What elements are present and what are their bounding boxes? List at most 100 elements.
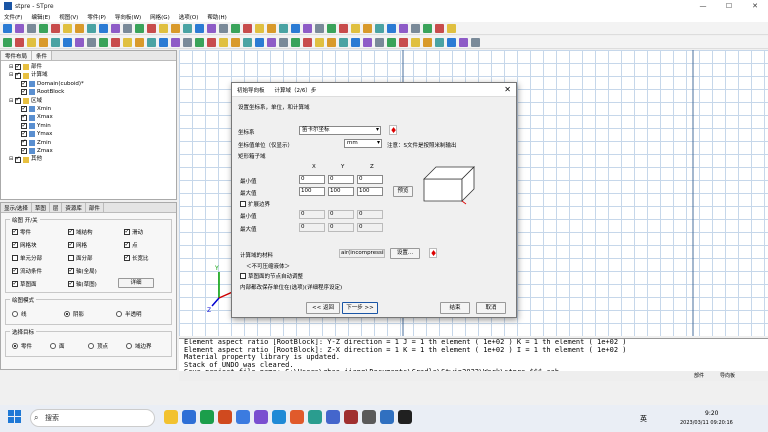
tree-checkbox[interactable]: [15, 63, 21, 71]
tree-item[interactable]: ⊟ 其他: [3, 155, 174, 163]
toolbar-tool-icon[interactable]: [243, 37, 252, 47]
toolbar-tool-icon[interactable]: [435, 37, 444, 47]
toolbar-tool-icon[interactable]: [135, 23, 144, 33]
refine-toggle[interactable]: 草图面的节点自动调整: [240, 272, 303, 280]
expand-icon[interactable]: ⊟: [9, 63, 14, 71]
menu-view[interactable]: 视图(V): [59, 13, 78, 21]
draw-switch[interactable]: 滑动: [124, 228, 143, 236]
taskbar-app-icon[interactable]: [326, 410, 340, 424]
radio-button[interactable]: [12, 343, 18, 349]
toolbar-tool-icon[interactable]: [183, 37, 192, 47]
draw-switch[interactable]: 草图面: [12, 280, 37, 288]
toolbar-tool-icon[interactable]: [15, 37, 24, 47]
toolbar-tool-icon[interactable]: [339, 23, 348, 33]
tree-item[interactable]: Zmax: [3, 147, 174, 155]
max-z-input[interactable]: 100: [357, 187, 383, 196]
taskbar-app-icon[interactable]: [290, 410, 304, 424]
toolbar-tool-icon[interactable]: [39, 23, 48, 33]
tab-sketch[interactable]: 草图: [32, 203, 50, 212]
expand-icon[interactable]: ⊟: [9, 71, 14, 79]
toolbar-tool-icon[interactable]: [159, 23, 168, 33]
radio-button[interactable]: [50, 343, 56, 349]
toolbar-tool-icon[interactable]: [291, 23, 300, 33]
draw-switch[interactable]: 网格: [68, 241, 87, 249]
ext-max-y-input[interactable]: 0: [328, 223, 354, 232]
taskbar-app-icon[interactable]: [200, 410, 214, 424]
tree-checkbox[interactable]: [21, 80, 27, 88]
switch-checkbox[interactable]: [12, 267, 18, 274]
switch-checkbox[interactable]: [68, 255, 74, 261]
tab-part-layout[interactable]: 零件布局: [1, 51, 33, 60]
toolbar-tool-icon[interactable]: [111, 37, 120, 47]
menu-part[interactable]: 零件(P): [87, 13, 106, 21]
toolbar-tool-icon[interactable]: [75, 23, 84, 33]
toolbar-tool-icon[interactable]: [63, 37, 72, 47]
taskbar-app-icon[interactable]: [398, 410, 412, 424]
taskbar-search[interactable]: ⌕ 搜索: [30, 409, 155, 427]
material-settings-button[interactable]: 设置...: [390, 248, 420, 259]
tree-item[interactable]: RootBlock: [3, 88, 174, 96]
tree-item[interactable]: ⊟ 区域: [3, 96, 174, 105]
tree-checkbox[interactable]: [21, 113, 27, 122]
toolbar-tool-icon[interactable]: [135, 37, 144, 47]
taskbar-app-icon[interactable]: [254, 410, 268, 424]
toolbar-tool-icon[interactable]: [435, 23, 444, 33]
switch-checkbox[interactable]: [68, 267, 74, 274]
toolbar-tool-icon[interactable]: [291, 37, 300, 47]
ime-indicator[interactable]: 英: [640, 414, 647, 424]
output-console[interactable]: Element aspect ratio [RootBlock]: Y-Z di…: [179, 338, 768, 371]
draw-switch[interactable]: 网格块: [12, 241, 37, 249]
toolbar-tool-icon[interactable]: [27, 37, 36, 47]
radio-button[interactable]: [88, 343, 94, 349]
ext-min-x-input[interactable]: 0: [299, 210, 325, 219]
menu-wizard[interactable]: 导向板(W): [115, 13, 141, 21]
expand-icon[interactable]: ⊟: [9, 155, 14, 163]
draw-switch[interactable]: 轴(草图): [68, 280, 97, 288]
tab-parts[interactable]: 部件: [86, 203, 104, 212]
toolbar-tool-icon[interactable]: [123, 23, 132, 33]
toolbar-tool-icon[interactable]: [39, 37, 48, 47]
toolbar-tool-icon[interactable]: [27, 23, 36, 33]
switch-checkbox[interactable]: [68, 280, 74, 287]
radio-button[interactable]: [12, 311, 18, 317]
tree-checkbox[interactable]: [15, 71, 21, 80]
toolbar-tool-icon[interactable]: [207, 23, 216, 33]
toolbar-tool-icon[interactable]: [171, 23, 180, 33]
close-button[interactable]: ✕: [742, 0, 768, 12]
toolbar-tool-icon[interactable]: [51, 23, 60, 33]
toolbar-tool-icon[interactable]: [3, 37, 12, 47]
menu-options[interactable]: 选项(O): [179, 13, 199, 21]
toolbar-tool-icon[interactable]: [51, 37, 60, 47]
tree-checkbox[interactable]: [21, 147, 27, 155]
switch-checkbox[interactable]: [124, 228, 130, 235]
toolbar-tool-icon[interactable]: [63, 23, 72, 33]
toolbar-tool-icon[interactable]: [87, 37, 96, 47]
toolbar-tool-icon[interactable]: [111, 23, 120, 33]
menu-mesh[interactable]: 网格(G): [150, 13, 170, 21]
radio-option[interactable]: 顶点: [88, 342, 108, 350]
toolbar-tool-icon[interactable]: [99, 37, 108, 47]
cancel-button[interactable]: 取消: [476, 302, 506, 314]
taskbar-app-icon[interactable]: [344, 410, 358, 424]
toolbar-tool-icon[interactable]: [195, 37, 204, 47]
ext-max-x-input[interactable]: 0: [299, 223, 325, 232]
radio-option[interactable]: 阴影: [64, 310, 84, 318]
tree-checkbox[interactable]: [21, 122, 27, 130]
toolbar-tool-icon[interactable]: [303, 37, 312, 47]
toolbar-tool-icon[interactable]: [231, 23, 240, 33]
tree-checkbox[interactable]: [15, 155, 21, 164]
toolbar-tool-icon[interactable]: [411, 37, 420, 47]
toolbar-tool-icon[interactable]: [423, 23, 432, 33]
detail-button[interactable]: 详细: [118, 278, 154, 288]
draw-switch[interactable]: 点: [124, 241, 138, 249]
toolbar-tool-icon[interactable]: [255, 37, 264, 47]
toolbar-tool-icon[interactable]: [387, 37, 396, 47]
pin-icon[interactable]: ♦: [429, 248, 437, 258]
tab-conditions[interactable]: 条件: [32, 51, 53, 60]
switch-checkbox[interactable]: [68, 228, 74, 235]
taskbar-app-icon[interactable]: [272, 410, 286, 424]
dialog-close-icon[interactable]: ✕: [504, 85, 511, 94]
draw-switch[interactable]: 面分部: [68, 254, 93, 262]
toolbar-tool-icon[interactable]: [15, 23, 24, 33]
taskbar-app-icon[interactable]: [362, 410, 376, 424]
